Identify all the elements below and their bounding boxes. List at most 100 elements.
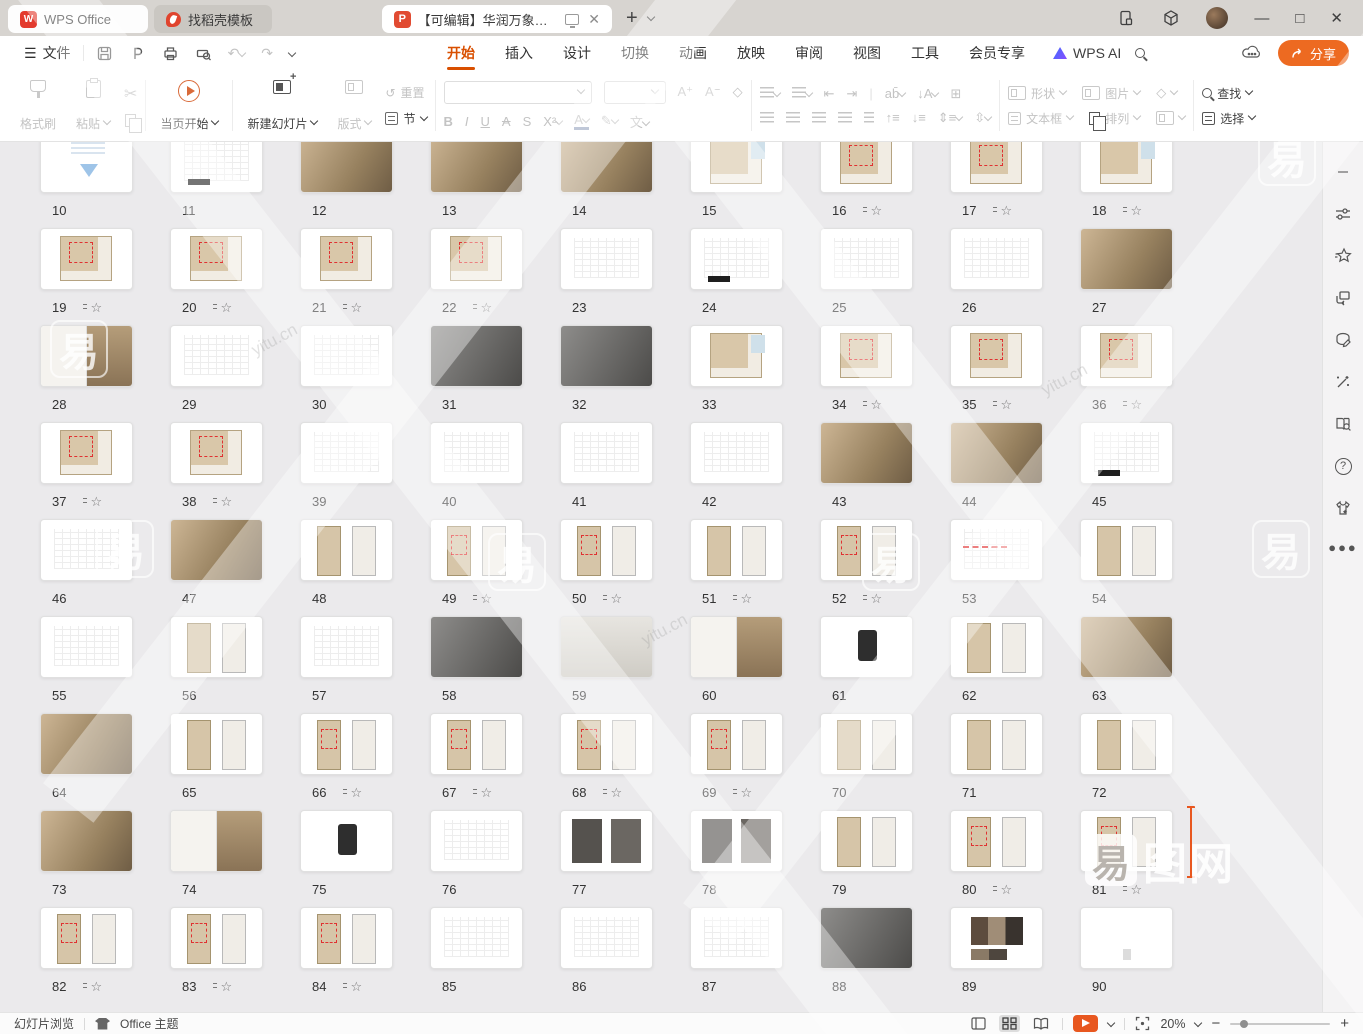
slide-thumbnail-69[interactable] xyxy=(690,713,783,775)
slide-thumbnail-51[interactable] xyxy=(690,519,783,581)
slide-sorter-view-button[interactable] xyxy=(999,1015,1020,1032)
font-name-combobox[interactable] xyxy=(444,81,592,104)
save-icon[interactable] xyxy=(96,45,113,62)
maximize-button[interactable]: □ xyxy=(1295,10,1304,27)
slide-thumbnail-15[interactable] xyxy=(690,142,783,193)
slide-thumbnail-64[interactable] xyxy=(40,713,133,775)
slide-thumbnail-74[interactable] xyxy=(170,810,263,872)
slide-thumbnail-38[interactable] xyxy=(170,422,263,484)
slide-thumbnail-54[interactable] xyxy=(1080,519,1173,581)
slide-thumbnail-73[interactable] xyxy=(40,810,133,872)
export-pdf-icon[interactable] xyxy=(129,45,146,62)
paste-button[interactable]: 粘贴 xyxy=(70,75,116,137)
transitions-icon[interactable] xyxy=(1333,288,1353,308)
slide-thumbnail-59[interactable] xyxy=(560,616,653,678)
zoom-chevron-icon[interactable] xyxy=(1195,1017,1201,1031)
new-slide-button[interactable]: 新建幻灯片 xyxy=(241,75,323,137)
vertical-align-icon[interactable]: ⇳ xyxy=(974,110,991,126)
slide-thumbnail-18[interactable] xyxy=(1080,142,1173,193)
slide-thumbnail-16[interactable] xyxy=(820,142,913,193)
fit-to-window-icon[interactable] xyxy=(1135,1016,1150,1031)
close-tab-icon[interactable]: ✕ xyxy=(588,11,600,28)
slide-thumbnail-30[interactable] xyxy=(300,325,393,387)
share-button[interactable]: 分享 xyxy=(1278,40,1349,66)
slide-thumbnail-61[interactable] xyxy=(820,616,913,678)
slide-thumbnail-40[interactable] xyxy=(430,422,523,484)
user-avatar[interactable] xyxy=(1206,7,1228,29)
slide-thumbnail-32[interactable] xyxy=(560,325,653,387)
slide-thumbnail-84[interactable] xyxy=(300,907,393,969)
slide-thumbnail-21[interactable] xyxy=(300,228,393,290)
slide-thumbnail-53[interactable] xyxy=(950,519,1043,581)
slide-thumbnail-50[interactable] xyxy=(560,519,653,581)
smart-beautify-icon[interactable] xyxy=(1333,372,1353,392)
increase-font-icon[interactable]: A⁺ xyxy=(678,84,694,100)
ribbon-tab-工具[interactable]: 工具 xyxy=(909,39,941,67)
distribute-icon[interactable] xyxy=(864,112,874,123)
ribbon-tab-动画[interactable]: 动画 xyxy=(677,39,709,67)
normal-view-button[interactable] xyxy=(968,1015,989,1032)
slide-thumbnail-62[interactable] xyxy=(950,616,1043,678)
reading-view-button[interactable] xyxy=(1030,1015,1052,1032)
space-before-icon[interactable]: ↑≡ xyxy=(886,110,900,125)
theme-label[interactable]: Office 主题 xyxy=(120,1015,178,1032)
text-shadow-icon[interactable]: S xyxy=(523,114,532,129)
tab-docer-templates[interactable]: 找稻壳模板 xyxy=(154,5,272,33)
ribbon-tab-设计[interactable]: 设计 xyxy=(561,39,593,67)
slide-thumbnail-63[interactable] xyxy=(1080,616,1173,678)
slide-thumbnail-81[interactable] xyxy=(1080,810,1173,872)
slide-thumbnail-76[interactable] xyxy=(430,810,523,872)
slide-thumbnail-37[interactable] xyxy=(40,422,133,484)
print-icon[interactable] xyxy=(162,45,179,62)
slide-thumbnail-19[interactable] xyxy=(40,228,133,290)
device-sync-icon[interactable] xyxy=(1118,9,1136,27)
slide-thumbnail-42[interactable] xyxy=(690,422,783,484)
slide-thumbnail-71[interactable] xyxy=(950,713,1043,775)
slide-thumbnail-82[interactable] xyxy=(40,907,133,969)
fill-button[interactable]: ◇ xyxy=(1156,85,1177,101)
cube-workspace-icon[interactable] xyxy=(1162,9,1180,27)
layout-button[interactable]: 版式 xyxy=(331,75,377,137)
slide-thumbnail-88[interactable] xyxy=(820,907,913,969)
shapes-button[interactable]: 形状 xyxy=(1008,85,1066,102)
slide-thumbnail-11[interactable] xyxy=(170,142,263,193)
wps-ai-button[interactable]: WPS AI xyxy=(1053,45,1121,61)
collapse-panel-icon[interactable] xyxy=(1333,162,1353,182)
slide-thumbnail-48[interactable] xyxy=(300,519,393,581)
slide-thumbnail-77[interactable] xyxy=(560,810,653,872)
space-after-icon[interactable]: ↓≡ xyxy=(912,110,926,125)
textbox-button[interactable]: 文本框 xyxy=(1008,110,1073,127)
vertical-text-icon[interactable]: ↓A xyxy=(917,86,938,101)
slide-thumbnail-14[interactable] xyxy=(560,142,653,193)
cloud-more-icon[interactable] xyxy=(1242,45,1262,61)
align-center-icon[interactable] xyxy=(786,112,800,123)
zoom-in-button[interactable]: + xyxy=(1340,1015,1349,1032)
slide-thumbnail-10[interactable] xyxy=(40,142,133,193)
slide-thumbnail-28[interactable] xyxy=(40,325,133,387)
ribbon-tab-切换[interactable]: 切换 xyxy=(619,39,651,67)
slide-thumbnail-87[interactable] xyxy=(690,907,783,969)
find-button[interactable]: 查找 xyxy=(1202,85,1255,102)
help-icon[interactable]: ? xyxy=(1333,456,1353,476)
slide-thumbnail-89[interactable] xyxy=(950,907,1043,969)
slide-thumbnail-23[interactable] xyxy=(560,228,653,290)
select-button[interactable]: 选择 xyxy=(1202,110,1255,127)
ribbon-tab-放映[interactable]: 放映 xyxy=(735,39,767,67)
slide-thumbnail-43[interactable] xyxy=(820,422,913,484)
slide-thumbnail-46[interactable] xyxy=(40,519,133,581)
section-button[interactable]: 节 xyxy=(385,110,426,127)
slide-thumbnail-85[interactable] xyxy=(430,907,523,969)
bold-icon[interactable]: B xyxy=(444,114,453,129)
toolbar-chevron-icon[interactable] xyxy=(289,45,295,61)
slide-thumbnail-36[interactable] xyxy=(1080,325,1173,387)
play-options-chevron-icon[interactable] xyxy=(1108,1017,1114,1031)
clear-format-icon[interactable]: ◇ xyxy=(733,84,743,100)
slide-thumbnail-24[interactable] xyxy=(690,228,783,290)
slide-thumbnail-86[interactable] xyxy=(560,907,653,969)
decrease-indent-icon[interactable]: ⇤ xyxy=(824,86,835,102)
slide-thumbnail-57[interactable] xyxy=(300,616,393,678)
tab-list-chevron-icon[interactable] xyxy=(648,9,654,27)
ribbon-search-icon[interactable] xyxy=(1135,45,1145,61)
slide-thumbnail-25[interactable] xyxy=(820,228,913,290)
font-size-combobox[interactable] xyxy=(604,81,666,104)
